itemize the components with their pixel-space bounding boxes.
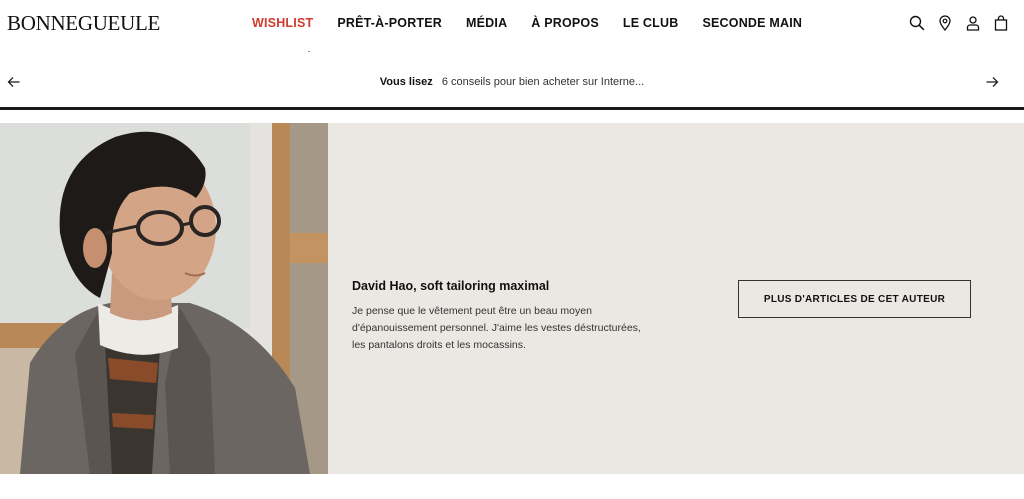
header-divider	[0, 107, 1024, 110]
site-header: BONNEGUEULE WISHLIST PRÊT-À-PORTER MÉDIA…	[0, 0, 1024, 48]
nav-item-seconde-main[interactable]: SECONDE MAIN	[702, 16, 802, 30]
separator-dot	[308, 51, 310, 52]
header-icons	[898, 14, 1010, 32]
reading-indicator: Vous lisez 6 conseils pour bien acheter …	[0, 76, 1024, 88]
reading-label: Vous lisez	[379, 76, 433, 88]
arrow-right-icon[interactable]	[984, 74, 1000, 90]
nav-item-wishlist[interactable]: WISHLIST	[252, 16, 313, 30]
reading-bar: Vous lisez 6 conseils pour bien acheter …	[0, 64, 1024, 100]
nav-item-media[interactable]: MÉDIA	[466, 16, 507, 30]
author-section: David Hao, soft tailoring maximal Je pen…	[0, 123, 1024, 474]
author-name: David Hao, soft tailoring maximal	[352, 279, 550, 293]
main-nav: WISHLIST PRÊT-À-PORTER MÉDIA À PROPOS LE…	[252, 16, 826, 30]
more-articles-button[interactable]: PLUS D'ARTICLES DE CET AUTEUR	[738, 280, 971, 318]
bottom-spacer	[0, 474, 1024, 499]
user-icon[interactable]	[964, 14, 982, 32]
nav-item-a-propos[interactable]: À PROPOS	[531, 16, 599, 30]
reading-article-title[interactable]: 6 conseils pour bien acheter sur Interne…	[442, 76, 644, 88]
site-logo[interactable]: BONNEGUEULE	[7, 11, 160, 36]
author-bio: Je pense que le vêtement peut être un be…	[352, 305, 641, 351]
shopping-bag-icon[interactable]	[992, 14, 1010, 32]
author-photo	[0, 123, 328, 474]
location-pin-icon[interactable]	[936, 14, 954, 32]
nav-item-pret-a-porter[interactable]: PRÊT-À-PORTER	[337, 16, 442, 30]
nav-item-le-club[interactable]: LE CLUB	[623, 16, 679, 30]
search-icon[interactable]	[908, 14, 926, 32]
